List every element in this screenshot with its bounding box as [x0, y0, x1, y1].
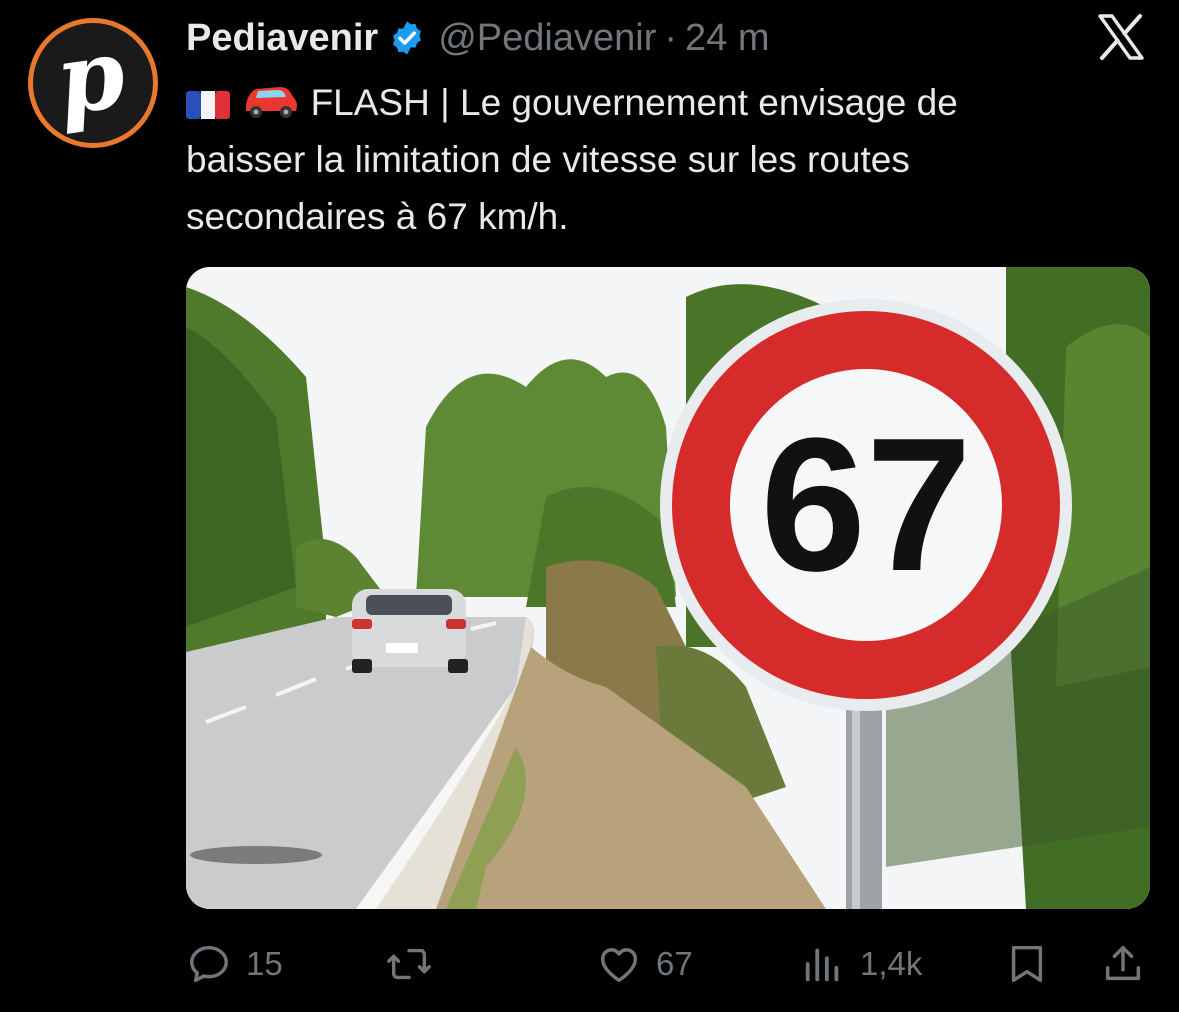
tweet-text-line-3: secondaires à 67 km/h. — [186, 196, 569, 237]
avatar-logo-letter: p — [49, 15, 133, 138]
repost-icon — [387, 948, 431, 980]
tweet-text-line-2: baisser la limitation de vitesse sur les… — [186, 139, 910, 180]
views-count: 1,4k — [860, 945, 923, 982]
reply-button[interactable]: 15 — [186, 936, 283, 992]
bookmark-button[interactable] — [1004, 936, 1050, 992]
like-button[interactable]: 67 — [596, 936, 693, 992]
share-icon — [1105, 945, 1141, 981]
reply-count: 15 — [246, 945, 283, 982]
avatar-inner: p — [33, 15, 153, 143]
speed-sign-number: 67 — [760, 399, 971, 611]
bookmark-icon — [1011, 945, 1043, 983]
heart-icon — [600, 948, 638, 983]
author-name[interactable]: Pediavenir — [186, 17, 378, 60]
views-chart-icon — [805, 948, 839, 982]
speed-sign-photo: 67 — [186, 267, 1150, 909]
car-icon — [246, 87, 298, 118]
tweet-header: Pediavenir @Pediavenir · 24 m — [186, 14, 770, 62]
separator-dot: · — [664, 16, 678, 59]
reply-icon — [190, 945, 228, 983]
tweet-actions: 15 67 1,4k — [186, 936, 1150, 992]
tweet-text: FLASH | Le gouvernement envisage de bais… — [186, 74, 1146, 245]
tweet-text-content-1: FLASH | Le gouvernement envisage de — [310, 82, 958, 123]
verified-badge-icon — [393, 21, 422, 55]
share-button[interactable] — [1100, 936, 1146, 992]
tweet-text-line-1: FLASH | Le gouvernement envisage de — [186, 74, 1146, 131]
like-count: 67 — [656, 945, 693, 982]
tweet-media-image[interactable]: 67 — [186, 267, 1150, 909]
x-logo-icon — [1098, 14, 1144, 60]
tweet-timestamp[interactable]: 24 m — [685, 17, 769, 60]
flag-france-icon — [186, 91, 230, 119]
author-handle[interactable]: @Pediavenir — [438, 17, 656, 60]
avatar[interactable]: p — [28, 15, 158, 148]
repost-button[interactable] — [386, 936, 446, 992]
views-button[interactable]: 1,4k — [800, 936, 922, 992]
